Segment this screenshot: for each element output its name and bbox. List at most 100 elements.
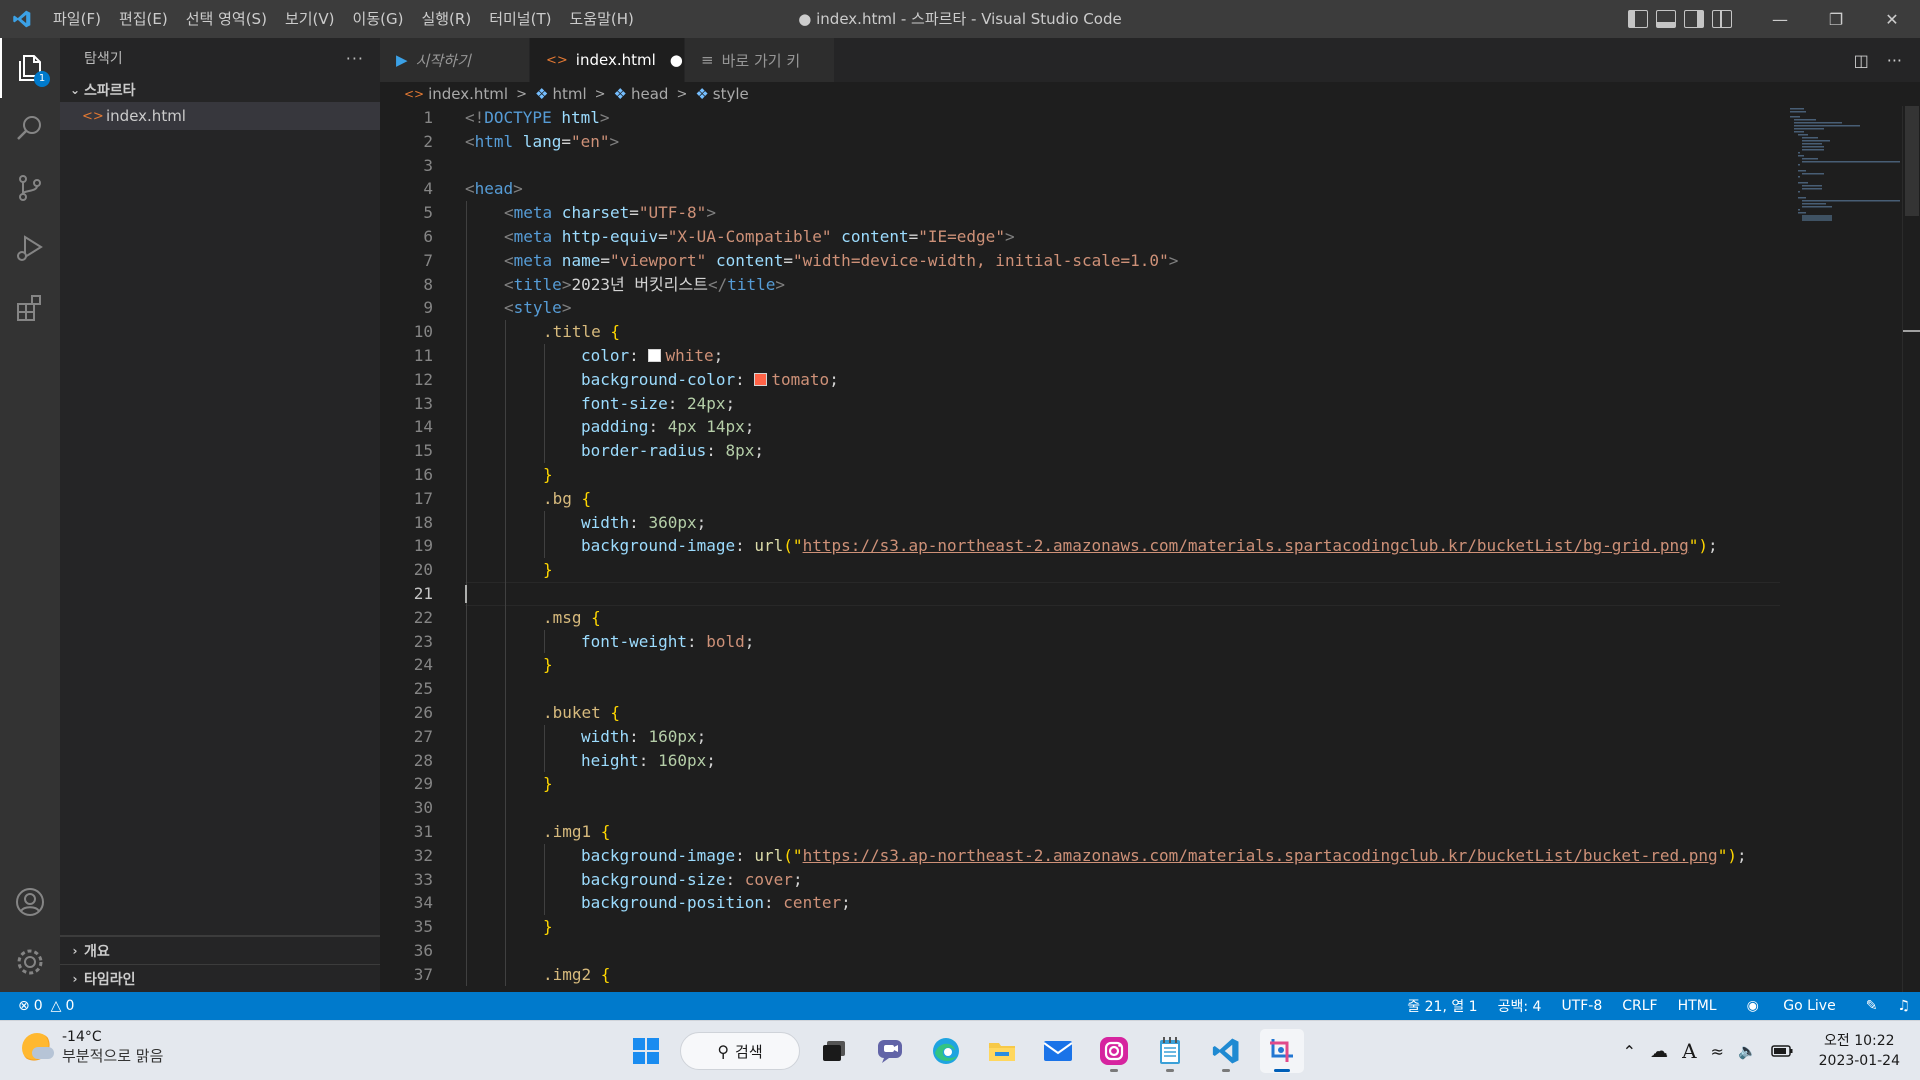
more-actions-icon[interactable]: ··· [1887, 51, 1902, 70]
customize-layout-icon[interactable] [1712, 10, 1732, 28]
timeline-section-header[interactable]: › 타임라인 [60, 964, 380, 992]
menu-selection[interactable]: 선택 영역(S) [177, 0, 276, 38]
line-number: 5 [423, 203, 433, 223]
running-indicator [1166, 1069, 1174, 1072]
start-button[interactable] [624, 1029, 668, 1073]
weather-widget[interactable]: -14°C 부분적으로 맑음 [22, 1029, 163, 1066]
indentation[interactable]: 공백: 4 [1488, 996, 1552, 1016]
code-link[interactable]: https://s3.ap-northeast-2.amazonaws.com/… [803, 536, 1689, 555]
toggle-panel-icon[interactable] [1656, 10, 1676, 28]
notifications-bell-icon[interactable]: ♫ [1887, 998, 1920, 1014]
menu-help[interactable]: 도움말(H) [560, 0, 642, 38]
timeline-label: 타임라인 [84, 971, 136, 988]
onedrive-cloud-icon[interactable]: ☁ [1650, 1041, 1668, 1062]
outline-section-header[interactable]: › 개요 [60, 936, 380, 964]
menu-file[interactable]: 파일(F) [44, 0, 110, 38]
account-icon[interactable] [0, 872, 60, 932]
menu-view[interactable]: 보기(V) [276, 0, 344, 38]
clock-time: 오전 10:22 [1824, 1033, 1895, 1049]
line-number: 7 [423, 250, 433, 270]
toggle-secondary-sidebar-icon[interactable] [1684, 10, 1704, 28]
line-number: 27 [413, 726, 433, 746]
ime-indicator-icon[interactable]: A [1682, 1039, 1696, 1063]
code-line: 23 font-weight: bold; [380, 629, 1780, 654]
code-text: <meta http-equiv="X-UA-Compatible" conte… [504, 226, 1015, 246]
feedback-icon[interactable]: ✎ [1856, 998, 1888, 1014]
tab-keyboard-shortcuts[interactable]: ≡ 바로 가기 키 [685, 38, 835, 82]
split-editor-icon[interactable]: ◫ [1854, 51, 1869, 70]
code-text: <meta charset="UTF-8"> [504, 203, 716, 223]
chevron-right-icon: › [72, 943, 78, 958]
color-swatch-tomato[interactable] [754, 372, 768, 386]
breadcrumb-item[interactable]: head [631, 85, 668, 103]
scrollbar-thumb[interactable] [1905, 106, 1919, 216]
code-line: 16} [380, 462, 1780, 487]
end-of-line[interactable]: CRLF [1612, 998, 1667, 1014]
menu-run[interactable]: 실행(R) [412, 0, 480, 38]
volume-icon[interactable]: 🔈 [1738, 1042, 1757, 1060]
clock[interactable]: 오전 10:22 2023-01-24 [1819, 1031, 1900, 1071]
encoding[interactable]: UTF-8 [1551, 998, 1612, 1014]
line-number: 36 [413, 940, 433, 960]
problems-indicator[interactable]: ⊗ 0 △ 0 [0, 998, 74, 1014]
chevron-right-icon: > [516, 86, 527, 102]
toggle-primary-sidebar-icon[interactable] [1628, 10, 1648, 28]
unsaved-dot-icon[interactable]: ● [670, 51, 683, 69]
explorer-icon[interactable]: 1 [0, 38, 60, 98]
color-swatch-white[interactable] [648, 348, 662, 362]
cursor-position[interactable]: 줄 21, 열 1 [1397, 996, 1487, 1016]
task-view-icon[interactable] [812, 1029, 856, 1073]
more-actions-icon[interactable]: ··· [346, 49, 364, 68]
teams-chat-icon[interactable] [868, 1029, 912, 1073]
extensions-icon[interactable] [0, 278, 60, 338]
language-mode[interactable]: HTML [1668, 998, 1727, 1014]
chevron-up-icon[interactable]: ⌃ [1623, 1042, 1636, 1061]
code-link[interactable]: https://s3.ap-northeast-2.amazonaws.com/… [803, 846, 1718, 865]
search-icon: ⚲ [717, 1041, 730, 1061]
taskbar-search[interactable]: ⚲ 검색 [680, 1032, 800, 1070]
go-live-label: Go Live [1783, 998, 1836, 1014]
code-text: .msg { [543, 607, 601, 627]
restore-icon[interactable]: ❐ [1808, 0, 1864, 38]
menu-edit[interactable]: 편집(E) [110, 0, 177, 38]
mail-icon[interactable] [1036, 1029, 1080, 1073]
breadcrumb-item[interactable]: html [552, 85, 586, 103]
wifi-icon[interactable]: ≈ [1711, 1042, 1724, 1061]
tab-welcome[interactable]: ▶ 시작하기 [380, 38, 530, 82]
code-editor[interactable]: 1 <!DOCTYPE html> 2 <html lang="en"> 3 4 <h… [380, 106, 1780, 992]
folder-section-header[interactable]: ⌄ 스파르타 [60, 78, 380, 102]
file-item-index-html[interactable]: <> index.html [60, 102, 380, 130]
code-line: 3 [380, 154, 1780, 178]
run-debug-icon[interactable] [0, 218, 60, 278]
settings-gear-icon[interactable] [0, 932, 60, 992]
minimize-icon[interactable]: — [1752, 0, 1808, 38]
file-explorer-icon[interactable] [980, 1029, 1024, 1073]
instagram-icon[interactable] [1092, 1029, 1136, 1073]
go-live-button[interactable]: ◉ Go Live [1727, 998, 1856, 1014]
notepad-icon[interactable] [1148, 1029, 1192, 1073]
code-line: 32 background-image: url("https://s3.ap-n… [380, 843, 1780, 868]
menu-terminal[interactable]: 터미널(T) [480, 0, 560, 38]
warning-count: 0 [65, 998, 75, 1014]
running-indicator [1274, 1069, 1290, 1072]
edge-browser-icon[interactable] [924, 1029, 968, 1073]
line-number: 32 [413, 845, 433, 865]
taskbar-apps: ⚲ 검색 [624, 1029, 1304, 1073]
line-number: 18 [413, 512, 433, 532]
vscode-taskbar-icon[interactable] [1204, 1029, 1248, 1073]
snipping-tool-icon[interactable] [1260, 1029, 1304, 1073]
code-line: 9 <style> [380, 296, 1780, 321]
minimap[interactable] [1780, 106, 1900, 992]
chevron-right-icon: > [676, 86, 688, 102]
breadcrumb-item[interactable]: style [713, 85, 749, 103]
search-icon[interactable] [0, 98, 60, 158]
tab-index-html[interactable]: <> index.html ● [530, 38, 685, 82]
vertical-scrollbar[interactable] [1902, 106, 1920, 992]
code-text: width: 360px; [581, 512, 707, 532]
close-icon[interactable]: ✕ [1864, 0, 1920, 38]
code-text: } [543, 917, 553, 937]
breadcrumb-item[interactable]: index.html [428, 85, 508, 103]
menu-go[interactable]: 이동(G) [344, 0, 413, 38]
battery-icon[interactable] [1770, 1042, 1793, 1061]
source-control-icon[interactable] [0, 158, 60, 218]
